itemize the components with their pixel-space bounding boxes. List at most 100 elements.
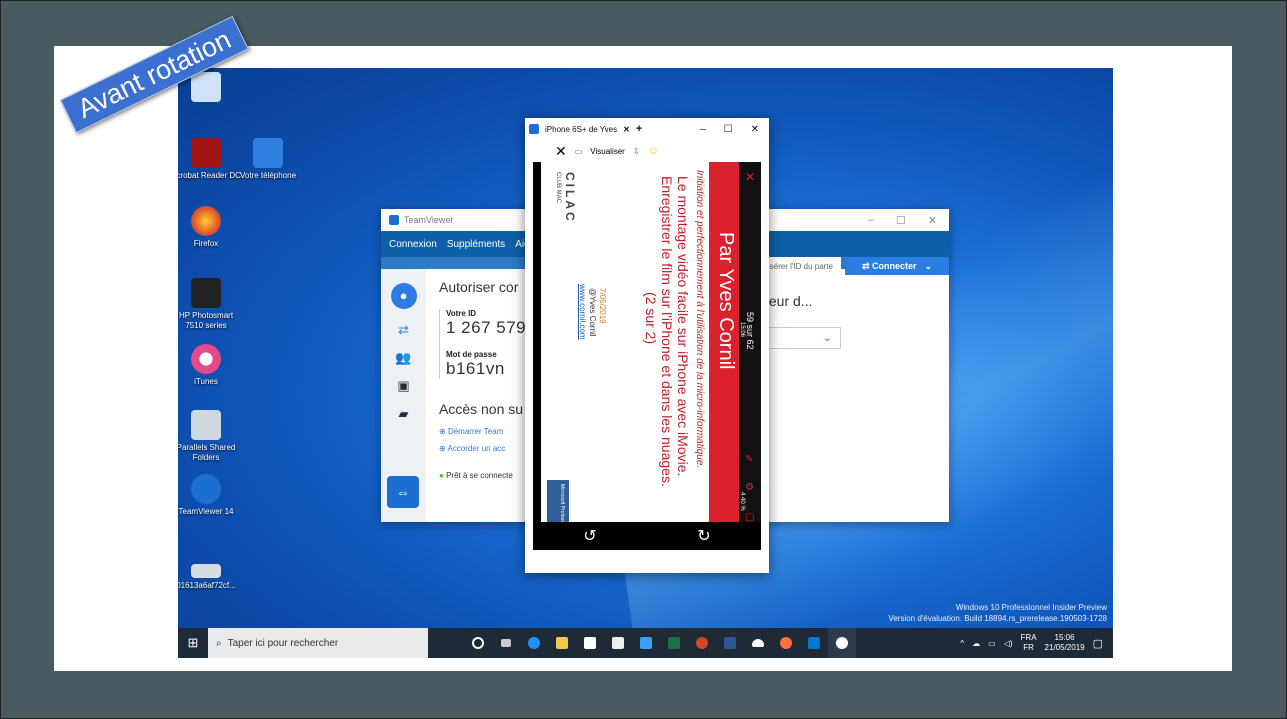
outlook-icon[interactable] — [800, 628, 828, 658]
powerpoint-icon[interactable] — [688, 628, 716, 658]
slide-line-4: (2 sur 2) — [643, 292, 659, 345]
connect-button[interactable]: ⇄ Connecter ⌄ — [845, 257, 949, 275]
emoji-icon[interactable]: ☺ — [648, 145, 659, 157]
cilac-logo-sub: CLUB MAC — [555, 172, 561, 204]
tab-close-icon[interactable]: ✕ — [623, 125, 630, 134]
excel-icon[interactable] — [660, 628, 688, 658]
teamviewer-taskbar-icon[interactable] — [828, 628, 856, 658]
rotate-right-icon[interactable]: ↻ — [697, 526, 710, 546]
firefox-desktop-icon[interactable]: Firefox — [178, 206, 242, 249]
grant-link-label: Accorder un acc — [447, 444, 506, 453]
mail-icon[interactable] — [604, 628, 632, 658]
maximize-icon[interactable]: ☐ — [724, 124, 733, 135]
remote-control-icon[interactable]: ⇄ — [395, 323, 413, 337]
phone-desktop-icon[interactable]: Votre téléphone — [232, 138, 304, 181]
chat-icon[interactable]: ▰ — [395, 407, 413, 421]
slide-line-1: Initiation et perfectionnement à l'utili… — [694, 170, 705, 469]
status-dot-icon: ● — [439, 471, 444, 480]
minimize-icon[interactable]: – — [868, 214, 874, 227]
maximize-icon[interactable]: ☐ — [896, 214, 906, 227]
contacts-icon[interactable]: ▣ — [395, 379, 413, 393]
phone-time: 15:06 — [739, 322, 745, 338]
remote-heading: teur d... — [765, 293, 813, 309]
minimize-icon[interactable]: – — [700, 124, 706, 135]
view-icon: ▭ — [574, 146, 583, 156]
desktop-icon-label: iTunes — [194, 377, 218, 386]
close-icon[interactable]: ✕ — [751, 124, 759, 135]
tray-chevron-up-icon[interactable]: ^ — [960, 639, 964, 648]
slide-line-3: Enregistrer le film sur l'iPhone et dans… — [659, 176, 675, 487]
firefox-icon[interactable] — [772, 628, 800, 658]
connect-label: Connecter — [871, 261, 917, 271]
cilac-logo: CILAC — [563, 172, 577, 224]
status-line: ● Prêt à se connecte — [439, 471, 526, 480]
menu-connexion[interactable]: Connexion — [389, 239, 437, 250]
onedrive-icon[interactable] — [744, 628, 772, 658]
slide-site-link[interactable]: www.cornil.com — [578, 284, 587, 340]
clock-time: 15:06 — [1054, 633, 1075, 642]
onedrive-tray-icon[interactable]: ☁ — [972, 639, 980, 648]
recycle-bin-icon — [191, 72, 221, 102]
window-title: TeamViewer — [404, 215, 454, 225]
password-value: b161vn — [446, 359, 505, 378]
store-icon[interactable] — [576, 628, 604, 658]
slide-date: 7/05/2019 — [598, 288, 607, 324]
file-desktop-icon[interactable]: 01613a6af72cf... — [178, 556, 242, 591]
teamviewer-main: Autoriser cor Votre ID 1 267 579 Mot de … — [439, 279, 526, 480]
language-indicator[interactable]: FRA FR — [1021, 633, 1037, 653]
teamviewer-desktop-icon[interactable]: TeamViewer 14 — [178, 474, 242, 517]
folder-desktop-icon[interactable]: Parallels Shared Folders — [178, 410, 242, 463]
clock[interactable]: 15:06 21/05/2019 — [1045, 633, 1085, 653]
close-icon[interactable]: ✕ — [745, 170, 755, 184]
firefox-icon — [191, 206, 221, 236]
acrobat-icon — [191, 138, 221, 168]
cortana-icon[interactable] — [464, 628, 492, 658]
word-icon[interactable] — [716, 628, 744, 658]
slide-preview: CILAC CLUB MAC Initiation et perfectionn… — [541, 162, 709, 550]
lang-text: FRA — [1020, 633, 1037, 642]
slide-counter: 59 sur 62 — [745, 312, 755, 350]
start-link[interactable]: ⊕ Démarrer Team — [439, 427, 526, 436]
iphone-window: iPhone 6S+ de Yves ✕ + – ☐ ✕ ✕ ▭ Visuali… — [525, 118, 769, 573]
taskbar-search[interactable]: ⌕ Taper ici pour rechercher — [208, 628, 428, 658]
password-label: Mot de passe — [446, 350, 497, 359]
itunes-desktop-icon[interactable]: iTunes — [178, 344, 242, 387]
grant-link[interactable]: ⊕ Accorder un acc — [439, 444, 526, 453]
partner-id-dropdown[interactable]: ⌄ — [765, 327, 841, 349]
phone-battery: 4 40 % — [739, 492, 745, 511]
task-view-icon[interactable] — [492, 628, 520, 658]
teamviewer-icon — [191, 474, 221, 504]
chevron-down-icon[interactable]: ⌄ — [925, 261, 933, 272]
notifications-icon[interactable]: ▢ — [1093, 637, 1103, 650]
new-tab-icon[interactable]: + — [636, 123, 642, 135]
explorer-icon[interactable] — [548, 628, 576, 658]
volume-icon[interactable]: ◁) — [1004, 639, 1013, 648]
meeting-icon[interactable]: 👥 — [395, 351, 413, 365]
slide-line-2: Le montage vidéo facile sur iPhone avec … — [675, 176, 691, 477]
menu-supplements[interactable]: Suppléments — [447, 239, 505, 250]
phone-navbar: ↺ ↻ — [533, 522, 761, 550]
rotate-left-icon[interactable]: ↺ — [583, 526, 596, 546]
avatar[interactable]: ● — [390, 283, 417, 309]
printer-desktop-icon[interactable]: HP Photosmart 7510 series — [178, 278, 242, 331]
edge-icon[interactable] — [520, 628, 548, 658]
desktop-icon-label: Votre téléphone — [239, 171, 297, 180]
screen-icon[interactable] — [632, 628, 660, 658]
tab-title[interactable]: iPhone 6S+ de Yves — [545, 125, 617, 134]
end-session-icon[interactable]: ✕ — [555, 143, 567, 160]
settings-icon[interactable]: ⚙ — [745, 482, 754, 493]
view-menu[interactable]: Visualiser — [590, 147, 625, 156]
close-icon[interactable]: ✕ — [928, 214, 937, 227]
watermark-line-2: Version d'évaluation. Build 18894.rs_pre… — [888, 614, 1107, 623]
network-icon[interactable]: ▭ — [988, 639, 996, 648]
windows-start-icon[interactable]: ⊞ — [178, 628, 208, 658]
file-transfer-icon[interactable]: ⇩ — [633, 147, 640, 156]
teamviewer-tab-icon — [529, 124, 539, 134]
partner-id-input[interactable]: Insérer l'ID du parte — [759, 257, 841, 275]
file-icon — [191, 564, 221, 578]
pen-icon[interactable]: ✎ — [745, 454, 753, 465]
folder-icon — [191, 410, 221, 440]
iphone-toolbar: ✕ ▭ Visualiser ⇩ ☺ — [525, 140, 769, 162]
lang-sub-text: FR — [1023, 643, 1034, 652]
phone-icon — [253, 138, 283, 168]
